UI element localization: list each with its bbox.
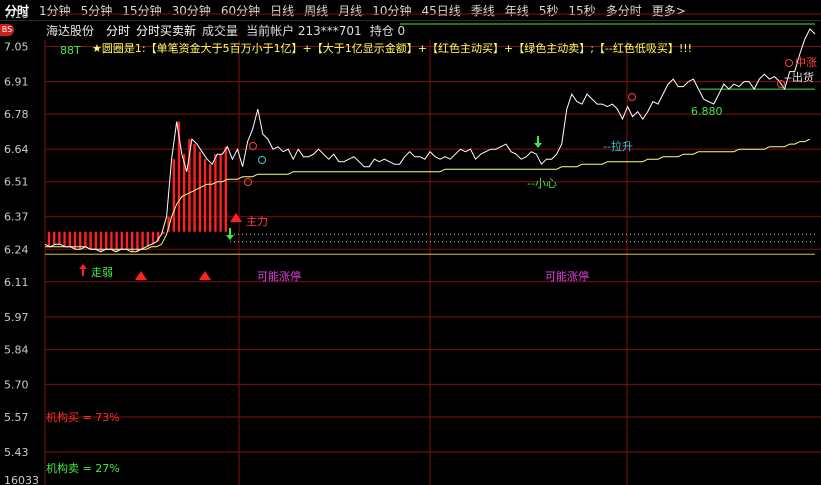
label-jigou-sell: 机构卖 = 27% [46,461,120,475]
label-chuhuo: --出货 [784,70,814,84]
label-xiaoxin: --小心 [527,177,557,190]
up-arrow-icon [79,264,87,276]
y-tick-label: 5.57 [4,411,29,424]
y-tick-label: 7.05 [4,41,29,54]
y-tick-label: 6.24 [4,243,29,256]
label-keneng-1: 可能涨停 [257,269,301,283]
y-tick-label: 5.70 [4,378,29,391]
bottom-value: 16033 [4,474,39,485]
label-lasheng: --拉升 [603,139,633,153]
label-zhongzhang: 中涨 [795,56,817,69]
label-zouruo: 走弱 [91,266,113,279]
down-arrow-icon [226,228,234,240]
indicator-title: ★圆圈是1:【单笔资金大于5百万小于1亿】+【大于1亿显示金额】+【红色主动买】… [92,41,692,55]
label-zhuli: 主力 [246,215,268,228]
y-tick-label: 7.18 [4,8,29,21]
y-tick-label: 6.64 [4,143,29,156]
trade-circle-marker[interactable] [249,142,257,150]
label-jigou-buy: 机构买 = 73% [46,410,120,424]
intraday-chart[interactable]: 7.18 7.05 6.91 6.78 6.64 6.51 6.37 6.24 6.11 5.97… [0,0,821,485]
buy-triangle-marker[interactable] [230,213,242,222]
trade-circle-marker[interactable] [258,156,266,164]
trade-circle-marker[interactable] [785,59,793,67]
y-tick-label: 6.37 [4,211,29,224]
buy-triangle-marker[interactable] [135,271,147,280]
y-tick-label: 6.91 [4,76,29,89]
tag-88t: 88T [60,44,81,57]
label-price-tag: 6.880 [691,105,723,118]
y-tick-label: 6.51 [4,176,29,189]
y-tick-label: 5.43 [4,446,29,459]
down-arrow-icon [534,136,542,148]
y-tick-label: 6.78 [4,108,29,121]
label-keneng-2: 可能涨停 [545,269,589,283]
y-tick-label: 5.84 [4,343,29,356]
y-tick-label: 6.11 [4,276,29,289]
trade-circle-marker[interactable] [628,93,636,101]
buy-triangle-marker[interactable] [199,271,211,280]
y-tick-label: 5.97 [4,311,29,324]
